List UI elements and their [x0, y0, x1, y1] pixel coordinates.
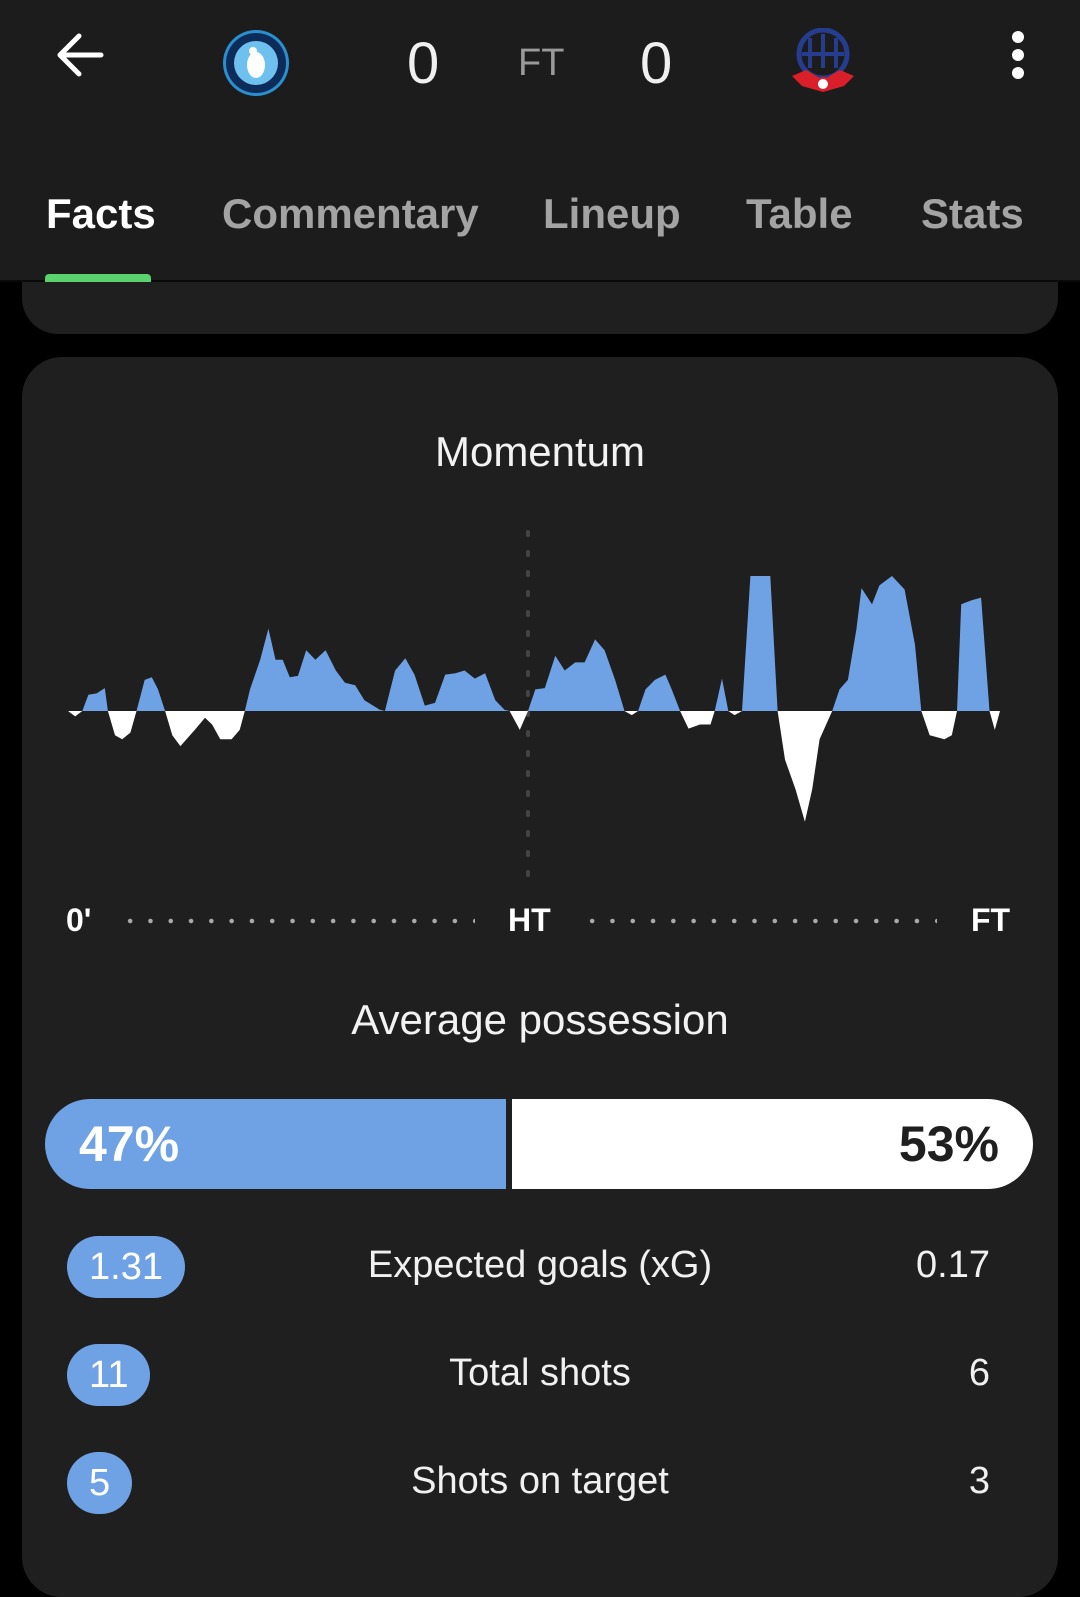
- arrow-left-icon[interactable]: [55, 32, 105, 78]
- possession-home-value: 47%: [79, 1116, 180, 1172]
- stat-away-value: 3: [968, 1460, 990, 1502]
- second-half-dots: [582, 918, 937, 924]
- match-status: FT: [518, 42, 565, 84]
- previous-card: [22, 282, 1058, 334]
- tab-table[interactable]: Table: [746, 190, 853, 238]
- tab-facts[interactable]: Facts: [46, 190, 156, 238]
- stat-away-value: 0.17: [916, 1244, 990, 1286]
- more-vertical-icon[interactable]: [1008, 30, 1028, 80]
- stat-label: Shots on target: [411, 1460, 669, 1502]
- stat-away-value: 6: [968, 1352, 990, 1394]
- tab-commentary[interactable]: Commentary: [222, 190, 479, 238]
- away-score: 0: [640, 31, 673, 96]
- possession-away-bar: 53%: [512, 1099, 1033, 1189]
- stat-row-shots-on-target: 5 Shots on target 3: [0, 1452, 1080, 1514]
- stat-label: Total shots: [449, 1352, 631, 1394]
- possession-home-bar: 47%: [45, 1099, 507, 1189]
- axis-label-start: 0': [66, 902, 92, 938]
- stat-row-total-shots: 11 Total shots 6: [0, 1344, 1080, 1406]
- possession-away-value: 53%: [898, 1116, 999, 1172]
- away-team-logo[interactable]: [790, 28, 856, 96]
- match-header: 0 FT 0 Facts Commentary Lineup Table Sta…: [0, 0, 1080, 282]
- axis-label-end: FT: [971, 902, 1011, 938]
- first-half-dots: [120, 918, 475, 924]
- home-score: 0: [407, 31, 440, 96]
- active-tab-indicator: [45, 274, 151, 282]
- tab-lineup[interactable]: Lineup: [543, 190, 681, 238]
- axis-label-half: HT: [508, 902, 551, 938]
- tab-stats[interactable]: Stats: [921, 190, 1024, 238]
- possession-title: Average possession: [351, 996, 729, 1043]
- momentum-chart: [68, 530, 1000, 882]
- momentum-home-area: [68, 576, 1000, 711]
- stat-row-xg: 1.31 Expected goals (xG) 0.17: [0, 1236, 1080, 1298]
- home-team-logo[interactable]: [222, 29, 290, 97]
- momentum-title: Momentum: [434, 428, 646, 475]
